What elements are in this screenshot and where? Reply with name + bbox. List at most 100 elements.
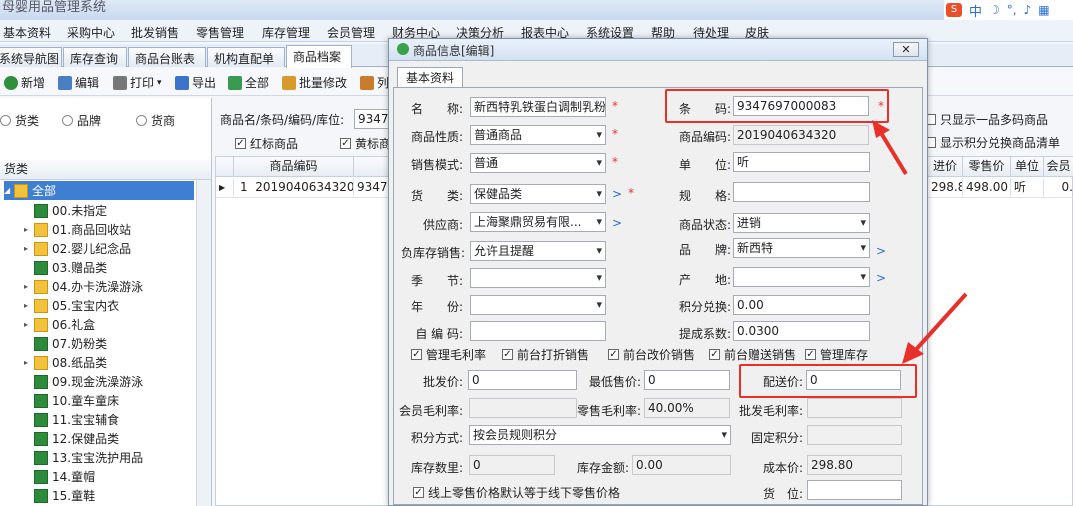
- tree-item[interactable]: 15.童鞋: [24, 486, 95, 505]
- points-list-label: 显示积分兑换商品清单: [940, 136, 1061, 150]
- minprice-label: 最低售价:: [588, 375, 641, 389]
- minprice-input[interactable]: 0: [644, 370, 730, 390]
- category-more-button[interactable]: >: [612, 187, 622, 201]
- columns-button[interactable]: 列: [360, 74, 389, 91]
- punct-icon: °,: [1006, 3, 1017, 17]
- grid-header-member[interactable]: 会员: [1044, 157, 1073, 177]
- tab-direct-delivery[interactable]: 机构直配单: [207, 47, 285, 67]
- menu-wholesale[interactable]: 批发销售: [131, 24, 179, 41]
- menu-purchase[interactable]: 采购中心: [67, 24, 115, 41]
- tree-item[interactable]: 09.现金洗澡游泳: [24, 372, 143, 391]
- tree-item[interactable]: 10.童车童床: [24, 391, 119, 410]
- tree-item[interactable]: 12.保健品类: [24, 429, 119, 448]
- location-input[interactable]: [807, 480, 902, 500]
- table-row[interactable]: 1 2019040634320: [234, 178, 354, 198]
- origin-more-button[interactable]: >: [876, 271, 886, 285]
- tree-item[interactable]: ▸ 04.办卡洗澡游泳: [24, 277, 143, 296]
- tree-item[interactable]: ▸ 06.礼盒: [24, 315, 95, 334]
- tree-item[interactable]: ▸ 02.婴儿纪念品: [24, 239, 131, 258]
- radio-supplier[interactable]: 货商: [136, 112, 175, 129]
- row-member: 0.: [1044, 178, 1073, 198]
- grid-header-unit[interactable]: 单位: [1011, 157, 1044, 177]
- tab-basic-info[interactable]: 基本资料: [397, 67, 463, 88]
- season-select[interactable]: [470, 268, 606, 288]
- all-button[interactable]: 全部: [228, 74, 269, 91]
- brand-more-button[interactable]: >: [876, 244, 886, 258]
- menu-member[interactable]: 会员管理: [327, 24, 375, 41]
- status-select[interactable]: 进销: [733, 213, 870, 233]
- negstock-select[interactable]: 允许且提醒: [470, 241, 606, 261]
- new-button[interactable]: 新增: [4, 74, 45, 91]
- tab-nav-map[interactable]: 系统导航图: [0, 47, 62, 67]
- required-mark: *: [612, 155, 618, 169]
- tree-item[interactable]: 07.奶粉类: [24, 334, 107, 353]
- points-input[interactable]: 0.00: [733, 295, 870, 315]
- tree-item[interactable]: ▸ 05.宝宝内衣: [24, 296, 119, 315]
- stock-qty-label: 库存数里:: [410, 461, 463, 475]
- manage-stock-checkbox[interactable]: ✓ 管理库存: [805, 346, 868, 363]
- fixed-points-label: 固定积分:: [750, 431, 803, 445]
- year-select[interactable]: [470, 295, 606, 315]
- tree-item[interactable]: ▸ 08.纸品类: [24, 353, 107, 372]
- menu-stock[interactable]: 库存管理: [262, 24, 310, 41]
- origin-select[interactable]: [733, 267, 870, 287]
- close-button[interactable]: ✕: [893, 42, 919, 57]
- tab-ledger[interactable]: 商品台账表: [128, 47, 206, 67]
- radio-icon: [0, 115, 11, 126]
- tree-item[interactable]: 13.宝宝洗护用品: [24, 448, 143, 467]
- tree-item[interactable]: 00.未指定: [24, 201, 107, 220]
- spec-input[interactable]: [733, 182, 870, 202]
- grid-header-retail[interactable]: 零售价: [963, 157, 1011, 177]
- tree-item[interactable]: 14.童帽: [24, 467, 95, 486]
- price-change-checkbox[interactable]: ✓ 前台改价销售: [608, 346, 695, 363]
- category-select[interactable]: 保健品类: [470, 184, 606, 204]
- required-mark: *: [612, 127, 618, 141]
- grid-header-cost[interactable]: 进价: [928, 157, 963, 177]
- tree-item-all[interactable]: ◢ 全部: [4, 181, 194, 200]
- tree-item[interactable]: 11.宝宝辅食: [24, 410, 119, 429]
- export-button[interactable]: 导出: [175, 74, 216, 91]
- stock-amt-label: 库存金额:: [576, 461, 629, 475]
- mic-icon: ♪: [1023, 3, 1032, 17]
- row-pointer-icon: ▶: [216, 178, 234, 198]
- red-tag-checkbox[interactable]: ✓ 红标商品: [235, 135, 298, 152]
- points-list-checkbox[interactable]: 显示积分兑换商品清单: [925, 134, 1060, 151]
- name-input[interactable]: 新西特乳铁蛋白调制乳粉: [470, 97, 606, 117]
- grid-header-code[interactable]: 商品编码: [234, 157, 354, 177]
- points-mode-select[interactable]: 按会员规则积分: [469, 425, 731, 445]
- yellow-tag-checkbox[interactable]: ✓ 黄标商: [340, 135, 391, 152]
- menu-retail[interactable]: 零售管理: [196, 24, 244, 41]
- ime-tray[interactable]: S 中 ☽ °, ♪ ▦: [944, 0, 1073, 20]
- selfcode-input[interactable]: [470, 321, 606, 341]
- radio-category[interactable]: 货类: [0, 112, 39, 129]
- sale-mode-select[interactable]: 普通: [470, 153, 606, 173]
- manage-margin-checkbox[interactable]: ✓ 管理毛利率: [411, 346, 486, 363]
- online-price-checkbox[interactable]: ✓ 线上零售价格默认等于线下零售价格: [413, 484, 620, 501]
- tab-product-archive[interactable]: 商品档案: [286, 45, 352, 68]
- supplier-more-button[interactable]: >: [612, 216, 622, 230]
- new-label: 新增: [21, 76, 46, 90]
- menu-basic[interactable]: 基本资料: [3, 24, 51, 41]
- only-multi-barcode-label: 只显示一品多码商品: [940, 113, 1049, 127]
- tree-label: 01.商品回收站: [52, 223, 132, 237]
- add-icon: [4, 75, 18, 90]
- tab-stock-query[interactable]: 库存查询: [63, 47, 127, 67]
- wholesale-input[interactable]: 0: [468, 370, 577, 390]
- tree-scrollbar[interactable]: [196, 180, 211, 506]
- tree-item[interactable]: ▸ 01.商品回收站: [24, 220, 131, 239]
- nature-select[interactable]: 普通商品: [470, 125, 606, 145]
- nature-label: 商品性质:: [410, 130, 463, 144]
- radio-brand[interactable]: 品牌: [62, 112, 101, 129]
- print-button[interactable]: 打印 ▾: [113, 74, 162, 91]
- batch-edit-button[interactable]: 批量修改: [282, 74, 347, 91]
- tree-label: 00.未指定: [52, 204, 108, 218]
- edit-button[interactable]: 编辑: [58, 74, 99, 91]
- brand-select[interactable]: 新西特: [733, 238, 870, 258]
- unit-input[interactable]: 听: [733, 152, 870, 172]
- tree-item[interactable]: 03.赠品类: [24, 258, 107, 277]
- supplier-select[interactable]: 上海聚鼎贸易有限...: [470, 212, 606, 232]
- discount-checkbox[interactable]: ✓ 前台打折销售: [502, 346, 589, 363]
- only-multi-barcode-checkbox[interactable]: 只显示一品多码商品: [925, 111, 1048, 128]
- commission-input[interactable]: 0.0300: [733, 321, 870, 341]
- gift-checkbox[interactable]: ✓ 前台赠送销售: [709, 346, 796, 363]
